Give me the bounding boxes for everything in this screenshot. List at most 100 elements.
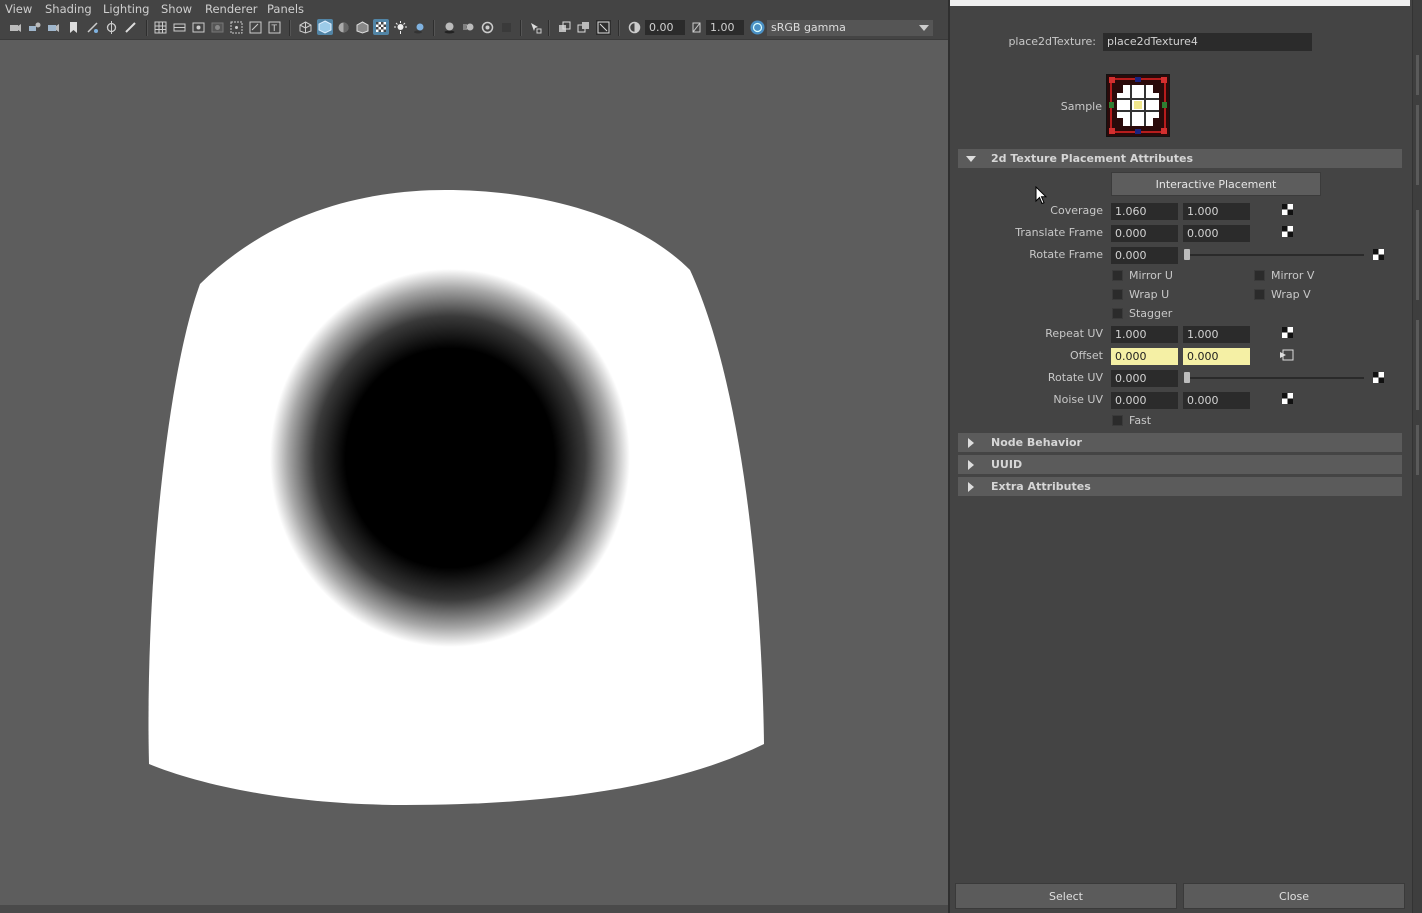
default-material-icon[interactable] xyxy=(337,21,350,34)
wrap-v-checkbox[interactable] xyxy=(1254,289,1265,300)
stagger-checkbox[interactable] xyxy=(1112,308,1123,319)
select-button[interactable]: Select xyxy=(955,883,1177,909)
close-button[interactable]: Close xyxy=(1183,883,1405,909)
input-connection-icon[interactable] xyxy=(1280,349,1294,361)
safe-title-icon[interactable]: T xyxy=(268,21,281,34)
resolution-gate-icon[interactable] xyxy=(192,21,205,34)
rotate-frame-slider-handle[interactable] xyxy=(1184,249,1190,260)
isolate-select-icon[interactable] xyxy=(529,21,542,34)
viewport-panel[interactable]: View Shading Lighting Show Renderer Pane… xyxy=(0,0,948,913)
gamma-icon[interactable] xyxy=(690,21,703,34)
coverage-v-field[interactable]: 1.000 xyxy=(1183,203,1250,220)
rotate-uv-slider-handle[interactable] xyxy=(1184,372,1190,383)
map-texture-icon[interactable] xyxy=(1282,204,1293,215)
repeat-v-field[interactable]: 1.000 xyxy=(1183,326,1250,343)
offset-u-field[interactable]: 0.000 xyxy=(1111,348,1178,365)
exposure-icon[interactable] xyxy=(628,21,641,34)
wireframe-icon[interactable] xyxy=(299,21,312,34)
repeat-u-field[interactable]: 1.000 xyxy=(1111,326,1178,343)
mirror-u-checkbox[interactable] xyxy=(1112,270,1123,281)
map-texture-icon[interactable] xyxy=(1373,249,1384,260)
toolbar-separator xyxy=(548,20,550,36)
map-texture-icon[interactable] xyxy=(1282,327,1293,338)
side-tab-strip[interactable] xyxy=(1412,0,1422,913)
interactive-placement-button[interactable]: Interactive Placement xyxy=(1111,172,1321,196)
offset-v-field[interactable]: 0.000 xyxy=(1183,348,1250,365)
noise-u-field[interactable]: 0.000 xyxy=(1111,392,1178,409)
rotate-frame-field[interactable]: 0.000 xyxy=(1111,247,1178,264)
section-node-behavior[interactable]: Node Behavior xyxy=(958,433,1402,452)
menu-shading[interactable]: Shading xyxy=(45,2,92,16)
offset-label: Offset xyxy=(1069,349,1103,362)
menu-renderer[interactable]: Renderer xyxy=(205,2,258,16)
rotate-uv-label: Rotate UV xyxy=(1047,371,1103,384)
gate-mask-icon[interactable] xyxy=(211,21,224,34)
bookmark-icon[interactable] xyxy=(67,21,80,34)
motion-blur-icon[interactable] xyxy=(462,21,475,34)
node-name-field[interactable]: place2dTexture4 xyxy=(1103,33,1312,51)
smooth-shade-icon[interactable] xyxy=(317,19,333,35)
fast-checkbox[interactable] xyxy=(1112,415,1123,426)
xray-joints-icon[interactable] xyxy=(577,21,590,34)
fast-label: Fast xyxy=(1129,414,1152,427)
triangle-right-icon xyxy=(968,482,974,492)
screen-space-ao-icon[interactable] xyxy=(443,21,456,34)
map-texture-icon[interactable] xyxy=(1282,393,1293,404)
mirror-v-checkbox[interactable] xyxy=(1254,270,1265,281)
menu-lighting[interactable]: Lighting xyxy=(103,2,149,16)
rotate-frame-slider[interactable] xyxy=(1186,254,1364,256)
exposure-field[interactable]: 0.00 xyxy=(645,20,685,35)
side-tab[interactable] xyxy=(1416,55,1419,95)
side-tab[interactable] xyxy=(1416,105,1419,185)
image-plane-icon[interactable] xyxy=(86,21,99,34)
viewport-canvas[interactable] xyxy=(0,40,948,905)
shadows-icon[interactable] xyxy=(413,21,426,34)
viewport-status-strip xyxy=(0,905,948,913)
menu-panels[interactable]: Panels xyxy=(267,2,304,16)
noise-v-field[interactable]: 0.000 xyxy=(1183,392,1250,409)
anti-aliasing-icon[interactable] xyxy=(481,21,494,34)
chevron-down-icon xyxy=(919,25,929,31)
triangle-down-icon xyxy=(966,156,976,162)
grid-icon[interactable] xyxy=(154,21,167,34)
menu-show[interactable]: Show xyxy=(161,2,192,16)
rotate-uv-field[interactable]: 0.000 xyxy=(1111,370,1178,387)
side-tab[interactable] xyxy=(1416,320,1419,410)
film-gate-icon[interactable] xyxy=(173,21,186,34)
section-extra-attributes[interactable]: Extra Attributes xyxy=(958,477,1402,496)
side-tab[interactable] xyxy=(1416,210,1419,300)
colorspace-value: sRGB gamma xyxy=(771,21,846,34)
camera-attributes-icon[interactable] xyxy=(28,21,41,34)
wrap-u-checkbox[interactable] xyxy=(1112,289,1123,300)
map-texture-icon[interactable] xyxy=(1282,226,1293,237)
section-uuid[interactable]: UUID xyxy=(958,455,1402,474)
menu-view[interactable]: View xyxy=(5,2,32,16)
section-2d-texture-placement[interactable]: 2d Texture Placement Attributes xyxy=(958,149,1402,168)
xray-active-components-icon[interactable] xyxy=(596,20,611,35)
checker-swatch-icon xyxy=(1107,75,1169,136)
field-chart-icon[interactable] xyxy=(230,21,243,34)
use-all-lights-icon[interactable] xyxy=(394,21,407,34)
rotate-uv-slider[interactable] xyxy=(1186,377,1364,379)
translate-frame-v-field[interactable]: 0.000 xyxy=(1183,225,1250,242)
coverage-u-field[interactable]: 1.060 xyxy=(1111,203,1178,220)
section-title: 2d Texture Placement Attributes xyxy=(991,152,1194,165)
map-texture-icon[interactable] xyxy=(1373,372,1384,383)
colorspace-dropdown[interactable]: sRGB gamma xyxy=(767,20,933,36)
grease-pencil-icon[interactable] xyxy=(124,21,137,34)
bookmark-camera-icon[interactable] xyxy=(47,21,60,34)
gamma-field[interactable]: 1.00 xyxy=(706,20,744,35)
view-transform-icon[interactable] xyxy=(750,20,765,35)
wireframe-on-shaded-icon[interactable] xyxy=(356,21,369,34)
safe-action-icon[interactable] xyxy=(249,21,262,34)
noise-uv-label: Noise UV xyxy=(1053,393,1103,406)
translate-frame-u-field[interactable]: 0.000 xyxy=(1111,225,1178,242)
camera-icon[interactable] xyxy=(9,21,22,34)
depth-of-field-icon[interactable] xyxy=(500,21,513,34)
sample-swatch[interactable] xyxy=(1106,74,1170,137)
section-title: Extra Attributes xyxy=(991,480,1091,493)
2d-pan-zoom-icon[interactable] xyxy=(105,21,118,34)
textured-icon[interactable] xyxy=(373,19,389,35)
xray-icon[interactable] xyxy=(558,21,571,34)
side-tab[interactable] xyxy=(1416,425,1419,475)
